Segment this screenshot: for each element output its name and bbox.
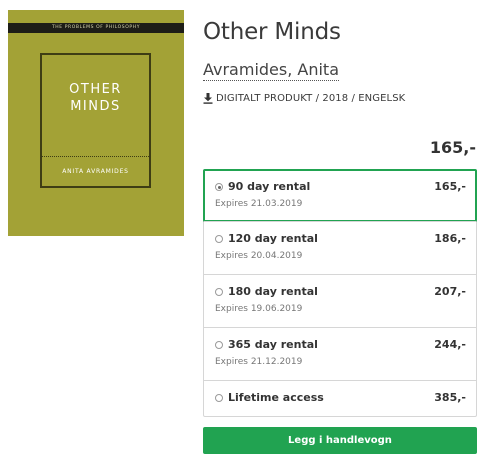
option-180-day-rental[interactable]: 180 day rental 207,- Expires 19.06.2019	[204, 274, 476, 327]
cover-series-label: THE PROBLEMS OF PHILOSOPHY	[8, 23, 184, 33]
option-label: 180 day rental	[228, 285, 318, 298]
product-meta-text: DIGITALT PRODUKT / 2018 / ENGELSK	[216, 93, 406, 104]
download-icon	[203, 93, 213, 104]
option-lifetime-access[interactable]: Lifetime access 385,-	[204, 380, 476, 416]
option-expiry: Expires 21.03.2019	[215, 199, 303, 209]
option-price: 186,-	[434, 232, 466, 245]
option-price: 165,-	[434, 180, 466, 193]
option-90-day-rental[interactable]: 90 day rental 165,- Expires 21.03.2019	[203, 169, 477, 222]
option-price: 207,-	[434, 285, 466, 298]
option-price: 385,-	[434, 391, 466, 404]
cover-author: ANITA AVRAMIDES	[62, 168, 129, 175]
option-price: 244,-	[434, 338, 466, 351]
cover-title: OTHER MINDS	[69, 82, 122, 114]
product-price: 165,-	[429, 138, 476, 157]
product-title: Other Minds	[203, 19, 341, 45]
radio-icon[interactable]	[215, 394, 223, 402]
option-label: 90 day rental	[228, 180, 311, 193]
option-expiry: Expires 19.06.2019	[215, 304, 303, 314]
add-to-cart-button[interactable]: Legg i handlevogn	[203, 427, 477, 454]
author-link[interactable]: Avramides, Anita	[203, 60, 340, 81]
rental-options: 90 day rental 165,- Expires 21.03.2019 1…	[203, 169, 477, 417]
cover-frame: OTHER MINDS ANITA AVRAMIDES	[40, 53, 151, 188]
product-meta: DIGITALT PRODUKT / 2018 / ENGELSK	[203, 93, 405, 104]
option-label: 365 day rental	[228, 338, 318, 351]
option-120-day-rental[interactable]: 120 day rental 186,- Expires 20.04.2019	[204, 221, 476, 274]
radio-icon[interactable]	[215, 341, 223, 349]
radio-icon[interactable]	[215, 235, 223, 243]
radio-icon[interactable]	[215, 288, 223, 296]
radio-selected-icon[interactable]	[215, 183, 223, 191]
option-365-day-rental[interactable]: 365 day rental 244,- Expires 21.12.2019	[204, 327, 476, 380]
book-cover: THE PROBLEMS OF PHILOSOPHY OTHER MINDS A…	[8, 10, 184, 236]
option-label: 120 day rental	[228, 232, 318, 245]
option-label: Lifetime access	[228, 391, 324, 404]
option-expiry: Expires 21.12.2019	[215, 357, 303, 367]
cover-divider	[42, 156, 149, 157]
option-expiry: Expires 20.04.2019	[215, 251, 303, 261]
